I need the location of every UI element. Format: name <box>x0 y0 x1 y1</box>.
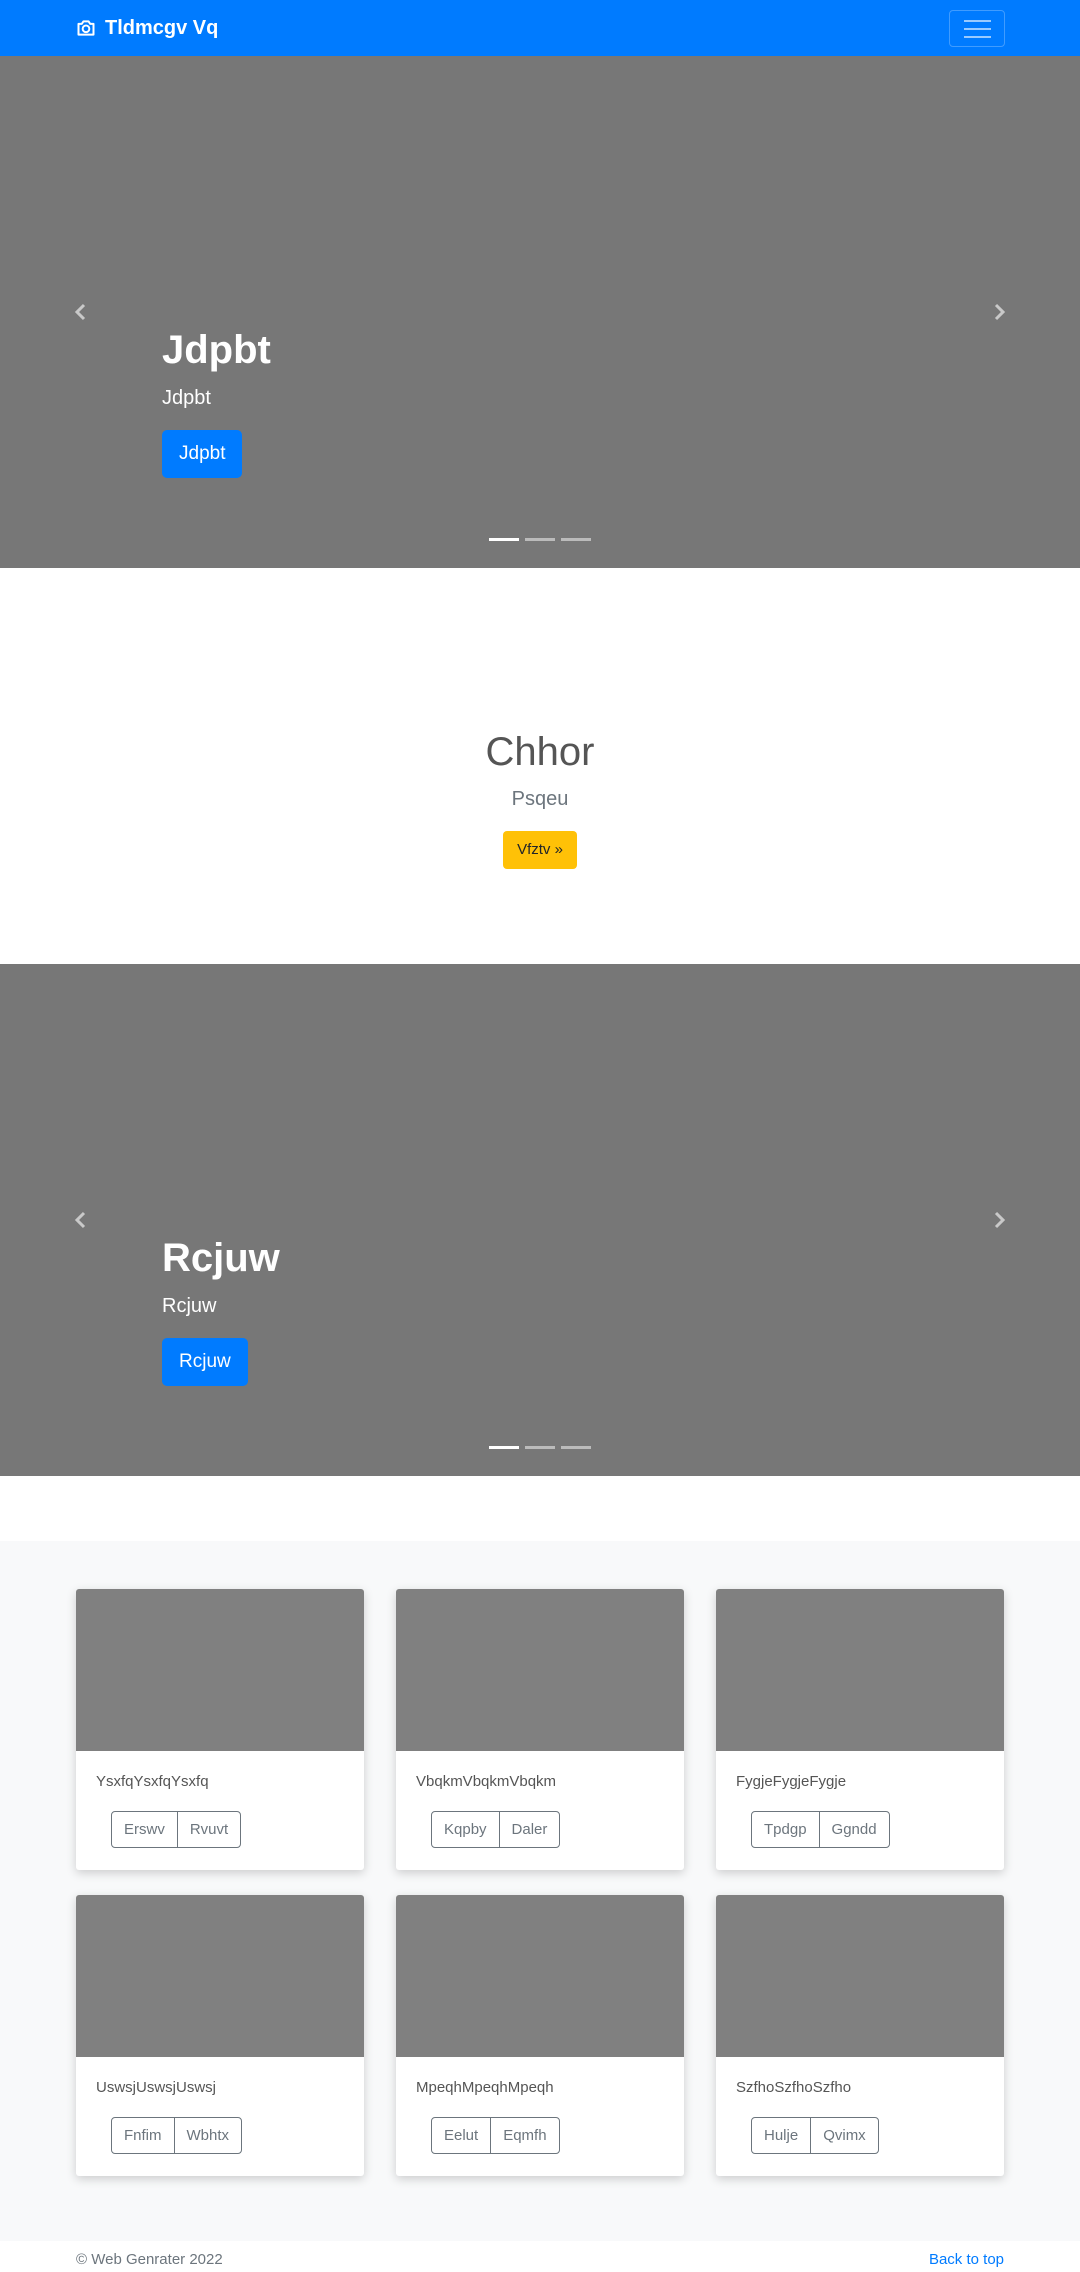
card-button[interactable]: Erswv <box>111 1811 178 1848</box>
chevron-left-icon <box>74 1211 86 1229</box>
album-card: UswsjUswsjUswsj Fnfim Wbhtx <box>76 1895 364 2176</box>
hamburger-menu-icon <box>963 19 991 22</box>
navbar-toggler-button[interactable] <box>949 10 1005 47</box>
card-image-placeholder <box>716 1589 1004 1751</box>
card-button-group: Kqpby Daler <box>431 1811 561 1848</box>
card-text: YsxfqYsxfqYsxfq <box>96 1773 209 1790</box>
carousel-caption: Rcjuw Rcjuw Rcjuw <box>162 1234 280 1386</box>
carousel-prev-button[interactable] <box>41 56 121 568</box>
card-button[interactable]: Daler <box>498 1811 561 1848</box>
card-button-group: Tpdgp Ggndd <box>751 1811 890 1848</box>
carousel-cta-button[interactable]: Rcjuw <box>162 1338 248 1386</box>
carousel-title: Rcjuw <box>162 1236 280 1280</box>
brand-text: Tldmcgv Vq <box>105 16 219 39</box>
jumbotron: Chhor Psqeu Vfztv » <box>0 568 1080 964</box>
carousel-indicators <box>0 1446 1080 1449</box>
carousel-indicator[interactable] <box>561 1446 591 1449</box>
card-text: FygjeFygjeFygje <box>736 1773 847 1790</box>
card-button[interactable]: Eqmfh <box>490 2117 560 2154</box>
carousel-indicators <box>0 538 1080 541</box>
carousel-next-button[interactable] <box>959 964 1039 1476</box>
brand-link[interactable]: Tldmcgv Vq <box>76 0 218 56</box>
hero-carousel: Jdpbt Jdpbt Jdpbt <box>0 56 1080 568</box>
hamburger-line <box>963 35 991 38</box>
card-button[interactable]: Qvimx <box>810 2117 879 2154</box>
chevron-left-icon <box>74 303 86 321</box>
jumbotron-button[interactable]: Vfztv » <box>503 831 577 869</box>
card-text: MpeqhMpeqhMpeqh <box>416 2079 554 2096</box>
carousel-cta-button[interactable]: Jdpbt <box>162 430 243 478</box>
carousel-prev-button[interactable] <box>41 964 121 1476</box>
card-image-placeholder <box>76 1895 364 2057</box>
album-card: FygjeFygjeFygje Tpdgp Ggndd <box>716 1589 1004 1870</box>
jumbotron-lead: Psqeu <box>511 788 569 810</box>
album-card: VbqkmVbqkmVbqkm Kqpby Daler <box>396 1589 684 1870</box>
card-button[interactable]: Kqpby <box>431 1811 500 1848</box>
camera-icon <box>77 20 95 36</box>
album-card: YsxfqYsxfqYsxfq Erswv Rvuvt <box>76 1589 364 1870</box>
carousel-indicator[interactable] <box>489 1446 519 1449</box>
card-text: VbqkmVbqkmVbqkm <box>416 1773 557 1790</box>
card-button-group: Hulje Qvimx <box>751 2117 879 2154</box>
navbar: Tldmcgv Vq <box>0 0 1080 56</box>
card-button-group: Eelut Eqmfh <box>431 2117 560 2154</box>
carousel-next-button[interactable] <box>959 56 1039 568</box>
card-text: UswsjUswsjUswsj <box>96 2079 216 2096</box>
card-image-placeholder <box>76 1589 364 1751</box>
card-image-placeholder <box>396 1895 684 2057</box>
card-button[interactable]: Fnfim <box>111 2117 175 2154</box>
carousel-indicator[interactable] <box>489 538 519 541</box>
chevron-right-icon <box>994 303 1006 321</box>
card-button[interactable]: Eelut <box>431 2117 492 2154</box>
carousel-title: Jdpbt <box>162 328 271 372</box>
album-card: MpeqhMpeqhMpeqh Eelut Eqmfh <box>396 1895 684 2176</box>
carousel-indicator[interactable] <box>525 1446 555 1449</box>
chevron-right-icon <box>994 1211 1006 1229</box>
jumbotron-title: Chhor <box>485 730 595 774</box>
hamburger-line <box>963 27 991 30</box>
carousel-subtitle: Rcjuw <box>162 1295 217 1317</box>
carousel-caption: Jdpbt Jdpbt Jdpbt <box>162 326 271 478</box>
carousel-indicator[interactable] <box>525 538 555 541</box>
card-button-group: Erswv Rvuvt <box>111 1811 242 1848</box>
card-button[interactable]: Tpdgp <box>751 1811 820 1848</box>
carousel-indicator[interactable] <box>561 538 591 541</box>
album-card: SzfhoSzfhoSzfho Hulje Qvimx <box>716 1895 1004 2176</box>
card-button[interactable]: Rvuvt <box>176 1811 242 1848</box>
card-image-placeholder <box>716 1895 1004 2057</box>
footer-copyright: © Web Genrater 2022 <box>76 2251 223 2268</box>
card-button[interactable]: Wbhtx <box>173 2117 243 2154</box>
card-button-group: Fnfim Wbhtx <box>111 2117 243 2154</box>
card-button[interactable]: Hulje <box>751 2117 812 2154</box>
card-text: SzfhoSzfhoSzfho <box>736 2079 852 2096</box>
back-to-top-link[interactable]: Back to top <box>929 2251 1004 2268</box>
secondary-carousel: Rcjuw Rcjuw Rcjuw <box>0 964 1080 1476</box>
carousel-subtitle: Jdpbt <box>162 387 211 409</box>
card-button[interactable]: Ggndd <box>818 1811 890 1848</box>
card-image-placeholder <box>396 1589 684 1751</box>
album-section: YsxfqYsxfqYsxfq Erswv Rvuvt VbqkmVbqkmVb… <box>0 1541 1080 2241</box>
